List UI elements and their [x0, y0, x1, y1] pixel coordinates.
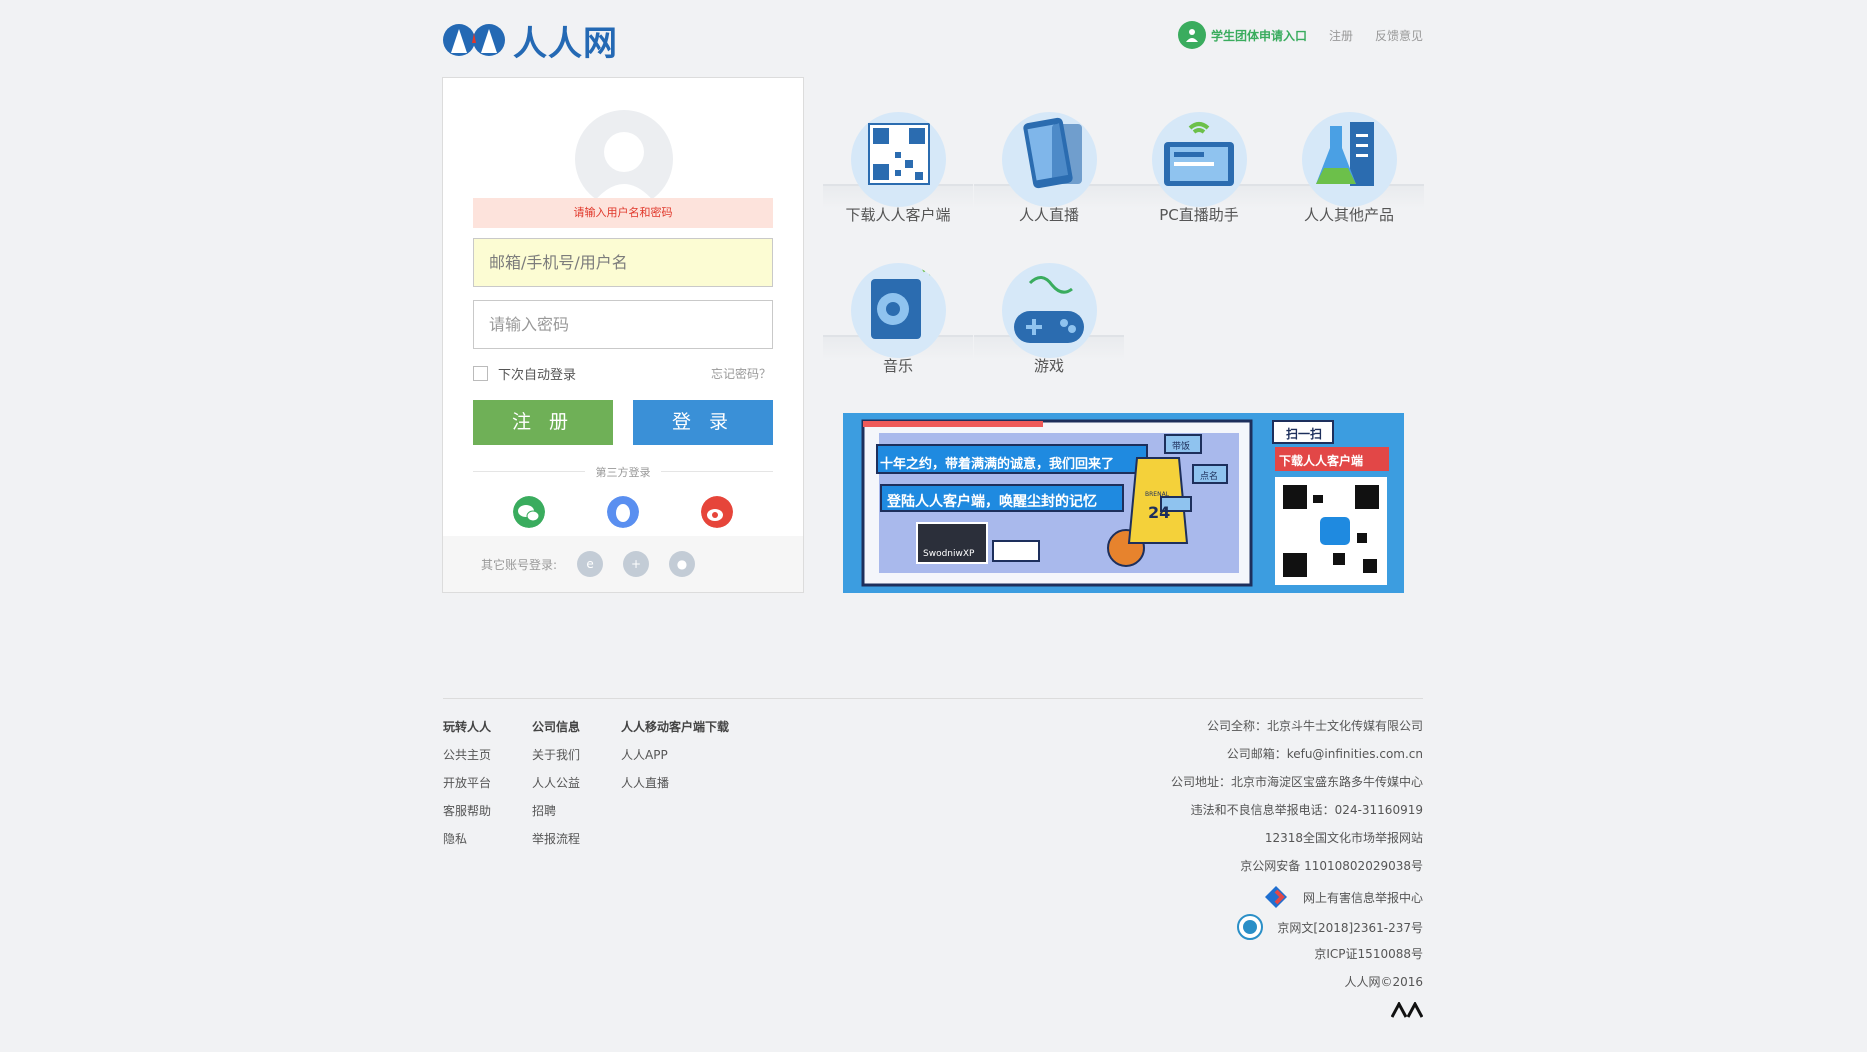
footer-divider	[443, 698, 1423, 699]
avatar	[575, 110, 673, 208]
error-message: 请输入用户名和密码	[473, 198, 773, 228]
culture-report-link[interactable]: 12318全国文化市场举报网站	[1171, 830, 1423, 845]
remember-label: 下次自动登录	[498, 368, 577, 383]
banner-line1: 十年之约，带着满满的诚意，我们回来了	[880, 457, 1115, 472]
other-accounts-bar: 其它账号登录: e + ●	[443, 536, 803, 592]
logo[interactable]: 人人网	[443, 18, 618, 64]
company-name: 公司全称：北京斗牛士文化传媒有限公司	[1206, 719, 1423, 733]
gamepad-icon	[1002, 263, 1097, 358]
other-accounts-label: 其它账号登录:	[481, 557, 558, 572]
footer-link[interactable]: 人人APP	[621, 746, 729, 762]
username-input[interactable]: 邮箱/手机号/用户名	[473, 238, 773, 287]
footer-link[interactable]: 客服帮助	[443, 802, 491, 818]
student-icon	[1177, 21, 1206, 49]
footer-link[interactable]: 隐私	[443, 830, 491, 846]
culture-badge-icon	[1237, 914, 1264, 940]
remember-me[interactable]: 下次自动登录	[473, 364, 576, 383]
police-record[interactable]: 京公网安备 11010802029038号	[1171, 858, 1423, 873]
footer-link[interactable]: 公共主页	[443, 746, 491, 762]
product-label: 下载人人客户端	[845, 206, 951, 224]
register-button[interactable]: 注 册	[473, 400, 613, 445]
logo-text: 人人网	[513, 23, 618, 64]
product-games[interactable]: 游戏	[974, 233, 1124, 378]
product-label: 人人直播	[1018, 206, 1079, 224]
footer-link[interactable]: 举报流程	[532, 830, 580, 846]
banner-download-label: 下载人人客户端	[1279, 454, 1364, 468]
phone-icon	[1002, 112, 1097, 207]
qrcode-icon	[851, 112, 946, 207]
footer-link[interactable]: 招聘	[532, 802, 580, 818]
company-address: 公司地址：北京市海淀区宝盛东路多牛传媒中心	[1170, 775, 1423, 789]
third-party-title: 第三方登录	[473, 464, 773, 480]
product-label: 人人其他产品	[1303, 206, 1394, 224]
renren-small-logo-icon	[1391, 1001, 1423, 1018]
pc-live-icon	[1152, 112, 1247, 207]
wechat-icon[interactable]	[513, 496, 545, 528]
renren-logo-icon	[443, 24, 505, 56]
footer-col-title: 公司信息	[532, 720, 581, 734]
icp-license[interactable]: 京ICP证1510088号	[1171, 946, 1423, 961]
banner-tag2: 点名	[1200, 472, 1219, 482]
product-music[interactable]: 音乐	[823, 233, 973, 378]
footer-col-company: 公司信息 关于我们 人人公益 招聘 举报流程	[532, 718, 580, 858]
tianyi-icon[interactable]: e	[577, 551, 604, 577]
banner-jersey-text: BRENAL	[1145, 491, 1170, 498]
culture-license-label: 京网文[2018]2361-237号	[1277, 920, 1423, 935]
footer-link[interactable]: 开放平台	[443, 774, 491, 790]
footer-link[interactable]: 人人公益	[532, 774, 580, 790]
login-button[interactable]: 登 录	[633, 400, 773, 445]
promo-banner[interactable]: 十年之约，带着满满的诚意，我们回来了 登陆人人客户端，唤醒尘封的记忆 Swodn…	[843, 413, 1404, 593]
harmful-info-row[interactable]: 网上有害信息举报中心	[1171, 886, 1423, 908]
footer-col-renren: 玩转人人 公共主页 开放平台 客服帮助 隐私	[443, 718, 491, 858]
weibo-icon[interactable]	[701, 496, 733, 528]
banner-scan-label: 扫一扫	[1286, 427, 1323, 441]
login-panel: 请输入用户名和密码 邮箱/手机号/用户名 请输入密码 下次自动登录 忘记密码？ …	[442, 77, 804, 593]
product-label: 游戏	[1033, 357, 1064, 375]
footer-col-title: 玩转人人	[443, 720, 492, 734]
product-pc-live[interactable]: PC直播助手	[1124, 82, 1274, 227]
remember-checkbox[interactable]	[473, 366, 488, 381]
top-links: 学生团体申请入口 注册 反馈意见	[1177, 20, 1423, 50]
qq-icon[interactable]	[607, 496, 639, 528]
product-others[interactable]: 人人其他产品	[1274, 82, 1424, 227]
banner-line2: 登陆人人客户端，唤醒尘封的记忆	[887, 494, 1097, 510]
register-link[interactable]: 注册	[1329, 27, 1353, 44]
student-entry-link[interactable]: 学生团体申请入口	[1177, 21, 1307, 49]
product-label: PC直播助手	[1159, 206, 1239, 224]
footer-col-title: 人人移动客户端下载	[621, 720, 730, 734]
footer-company-info: 公司全称：北京斗牛士文化传媒有限公司 公司邮箱：kefu@infinities.…	[1171, 718, 1423, 1030]
footer-col-mobile: 人人移动客户端下载 人人APP 人人直播	[621, 718, 729, 802]
password-input[interactable]: 请输入密码	[473, 300, 773, 349]
flask-icon	[1302, 112, 1397, 207]
student-entry-label: 学生团体申请入口	[1210, 28, 1307, 43]
report-phone: 违法和不良信息举报电话：024-31160919	[1190, 803, 1423, 817]
plus-icon[interactable]: +	[623, 551, 650, 577]
product-live[interactable]: 人人直播	[974, 82, 1124, 227]
report-center-icon	[1264, 886, 1287, 908]
third-party-icons	[473, 496, 773, 528]
harmful-info-label: 网上有害信息举报中心	[1302, 890, 1423, 905]
product-download-client[interactable]: 下载人人客户端	[823, 82, 973, 227]
company-email: 公司邮箱：kefu@infinities.com.cn	[1226, 747, 1423, 761]
footer-link[interactable]: 人人直播	[621, 774, 729, 790]
speaker-icon	[851, 263, 946, 358]
copyright: 人人网©2016	[1344, 975, 1423, 989]
banner-jersey-number: 24	[1148, 503, 1171, 522]
product-label: 音乐	[882, 357, 913, 375]
baidu-paw-icon[interactable]: ●	[669, 551, 696, 577]
footer-logo	[1171, 1001, 1423, 1018]
banner-console-text: SwodniwXP	[923, 549, 975, 559]
footer-link[interactable]: 关于我们	[532, 746, 580, 762]
feedback-link[interactable]: 反馈意见	[1375, 27, 1423, 44]
banner-tag1: 带饭	[1172, 442, 1191, 452]
culture-license-row[interactable]: 京网文[2018]2361-237号	[1171, 914, 1423, 940]
forgot-password-link[interactable]: 忘记密码？	[711, 365, 771, 382]
